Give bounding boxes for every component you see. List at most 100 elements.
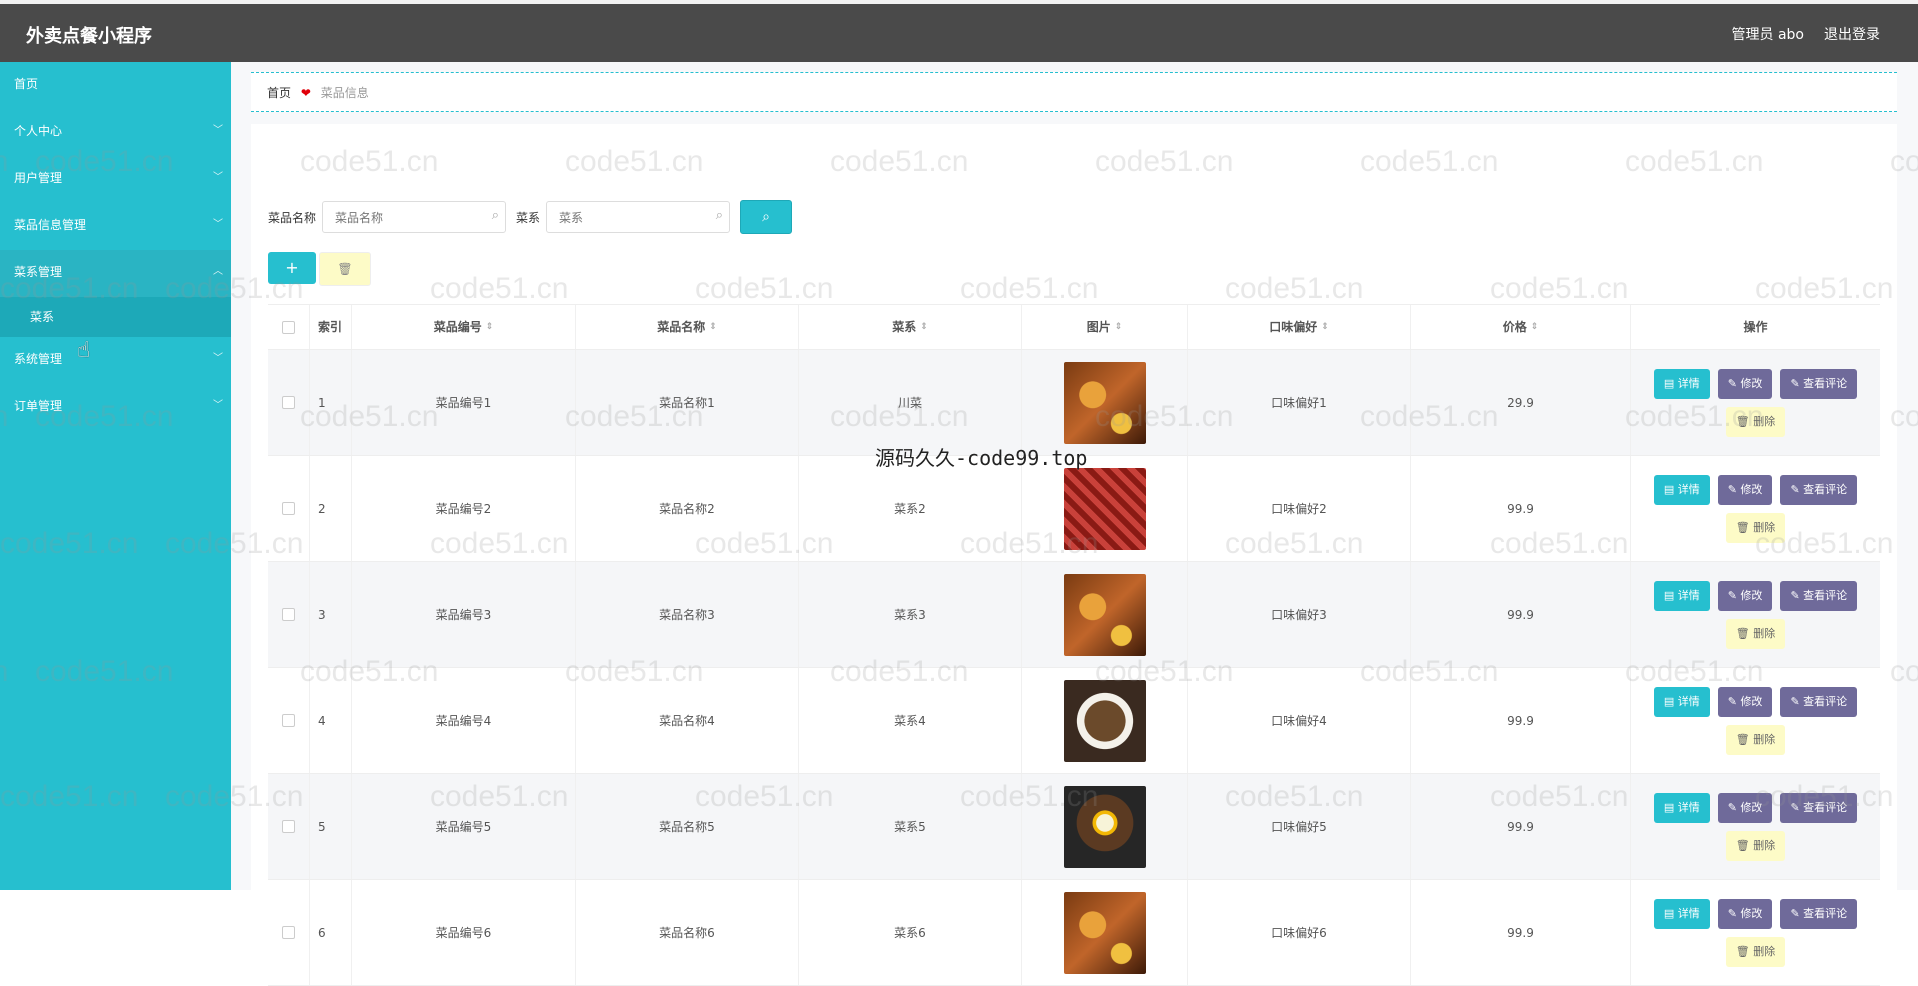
trash-icon: 🗑: [1735, 520, 1754, 534]
sidebar-item-cuisine-management[interactable]: 菜系管理 ︿: [0, 250, 231, 297]
detail-button[interactable]: ▤ 详情: [1653, 580, 1710, 611]
edit-button[interactable]: ✎ 修改: [1717, 898, 1773, 929]
col-dish-no[interactable]: 菜品编号 ⇕: [352, 305, 576, 349]
sort-icon[interactable]: ⇕: [1115, 305, 1123, 349]
edit-button[interactable]: ✎ 修改: [1717, 474, 1773, 505]
dish-image[interactable]: [1063, 891, 1146, 974]
detail-button[interactable]: ▤ 详情: [1653, 792, 1710, 823]
sort-icon[interactable]: ⇕: [1531, 305, 1539, 349]
delete-label: 删除: [1753, 520, 1776, 534]
dish-image[interactable]: [1063, 785, 1146, 868]
col-price[interactable]: 价格 ⇕: [1411, 305, 1631, 349]
delete-button[interactable]: 🗑 删除: [1725, 406, 1786, 437]
sidebar-item-dish-info-management[interactable]: 菜品信息管理 ﹀: [0, 203, 231, 250]
sidebar-item-label: 个人中心: [14, 124, 63, 138]
row-checkbox[interactable]: [268, 880, 310, 985]
sidebar-subitem-cuisine[interactable]: 菜系: [0, 297, 231, 337]
detail-label: 详情: [1677, 376, 1700, 390]
document-icon: ▤: [1663, 482, 1678, 496]
edit-button[interactable]: ✎ 修改: [1717, 686, 1773, 717]
cell-ops: ▤ 详情 ✎ 修改 ✎ 查看评论 🗑 删除: [1631, 880, 1880, 985]
admin-label[interactable]: 管理员 abo: [1732, 24, 1804, 44]
search-icon: ⌕: [715, 208, 724, 223]
row-checkbox[interactable]: [268, 562, 310, 667]
dish-image[interactable]: [1063, 679, 1146, 762]
sidebar-item-order-management[interactable]: 订单管理 ﹀: [0, 384, 231, 431]
pencil-icon: ✎: [1790, 376, 1804, 390]
dish-image[interactable]: [1063, 573, 1146, 656]
chevron-down-icon: ﹀: [213, 125, 223, 136]
view-reviews-button[interactable]: ✎ 查看评论: [1780, 898, 1858, 929]
add-button[interactable]: +: [268, 252, 316, 284]
edit-button[interactable]: ✎ 修改: [1717, 792, 1773, 823]
view-reviews-button[interactable]: ✎ 查看评论: [1780, 580, 1858, 611]
batch-delete-button[interactable]: 🗑: [319, 252, 371, 286]
cell-taste: 口味偏好6: [1188, 880, 1411, 985]
logout-button[interactable]: 退出登录: [1824, 24, 1880, 44]
sidebar-item-system-management[interactable]: 系统管理 ﹀: [0, 337, 231, 384]
delete-label: 删除: [1753, 414, 1776, 428]
dish-name-input[interactable]: [323, 202, 488, 234]
view-reviews-button[interactable]: ✎ 查看评论: [1780, 686, 1858, 717]
cell-index: 4: [310, 668, 352, 773]
cell-index: 2: [310, 456, 352, 561]
view-reviews-button[interactable]: ✎ 查看评论: [1780, 474, 1858, 505]
pencil-icon: ✎: [1727, 376, 1741, 390]
chevron-down-icon: ﹀: [213, 400, 223, 411]
search-bar: 菜品名称 ⌕ 菜系 ⌕ ⌕: [268, 200, 793, 234]
delete-button[interactable]: 🗑 删除: [1725, 830, 1786, 861]
row-checkbox[interactable]: [268, 774, 310, 879]
cell-index: 6: [310, 880, 352, 985]
table-row: 2 菜品编号2 菜品名称2 菜系2 口味偏好2 99.9 ▤ 详情 ✎ 修改 ✎ 查看评论 🗑 删…: [268, 456, 1880, 562]
edit-label: 修改: [1740, 800, 1763, 814]
view-reviews-button[interactable]: ✎ 查看评论: [1780, 368, 1858, 399]
edit-button[interactable]: ✎ 修改: [1717, 580, 1773, 611]
table-row: 5 菜品编号5 菜品名称5 菜系5 口味偏好5 99.9 ▤ 详情 ✎ 修改 ✎ 查看评论 🗑 删…: [268, 774, 1880, 880]
col-dish-name[interactable]: 菜品名称 ⇕: [576, 305, 799, 349]
search-button[interactable]: ⌕: [740, 200, 793, 234]
col-image[interactable]: 图片 ⇕: [1022, 305, 1188, 349]
detail-button[interactable]: ▤ 详情: [1653, 898, 1710, 929]
cuisine-input[interactable]: [547, 202, 712, 234]
select-all-checkbox[interactable]: [268, 305, 310, 349]
edit-button[interactable]: ✎ 修改: [1717, 368, 1773, 399]
row-checkbox[interactable]: [268, 350, 310, 455]
content-panel: 菜品名称 ⌕ 菜系 ⌕ ⌕ + 🗑 索引 菜品编号⇕ 菜品名称⇕ 菜系⇕ 图片⇕: [251, 124, 1897, 986]
detail-button[interactable]: ▤ 详情: [1653, 474, 1710, 505]
cell-dish-name: 菜品名称2: [576, 456, 799, 561]
sort-icon[interactable]: ⇕: [920, 305, 928, 349]
delete-button[interactable]: 🗑 删除: [1725, 936, 1786, 967]
sort-icon[interactable]: ⇕: [709, 305, 717, 349]
cell-ops: ▤ 详情 ✎ 修改 ✎ 查看评论 🗑 删除: [1631, 774, 1880, 879]
detail-button[interactable]: ▤ 详情: [1653, 368, 1710, 399]
sidebar-item-personal-center[interactable]: 个人中心 ﹀: [0, 109, 231, 156]
sidebar-item-user-management[interactable]: 用户管理 ﹀: [0, 156, 231, 203]
sort-icon[interactable]: ⇕: [1321, 305, 1329, 349]
sort-icon[interactable]: ⇕: [486, 305, 494, 349]
dish-name-input-wrap: ⌕: [322, 201, 507, 234]
cell-cuisine: 菜系5: [799, 774, 1022, 879]
dish-table: 索引 菜品编号 ⇕ 菜品名称 ⇕ 菜系 ⇕ 图片 ⇕ 口味偏好 ⇕ 价格 ⇕ 操作 1 菜品编…: [268, 304, 1880, 986]
top-header: 外卖点餐小程序 管理员 abo 退出登录: [0, 0, 1918, 62]
pencil-icon: ✎: [1727, 800, 1741, 814]
detail-button[interactable]: ▤ 详情: [1653, 686, 1710, 717]
dish-image[interactable]: [1063, 361, 1146, 444]
col-index: 索引: [310, 305, 352, 349]
sidebar-item-home[interactable]: 首页: [0, 62, 231, 109]
cell-dish-no: 菜品编号2: [352, 456, 576, 561]
breadcrumb-home[interactable]: 首页: [267, 86, 291, 100]
view-reviews-button[interactable]: ✎ 查看评论: [1780, 792, 1858, 823]
delete-button[interactable]: 🗑 删除: [1725, 724, 1786, 755]
trash-icon: 🗑: [1735, 626, 1754, 640]
row-checkbox[interactable]: [268, 456, 310, 561]
col-taste[interactable]: 口味偏好 ⇕: [1188, 305, 1411, 349]
cell-dish-no: 菜品编号1: [352, 350, 576, 455]
col-cuisine[interactable]: 菜系 ⇕: [799, 305, 1022, 349]
review-label: 查看评论: [1803, 800, 1848, 814]
chevron-down-icon: ﹀: [213, 219, 223, 230]
cell-dish-no: 菜品编号4: [352, 668, 576, 773]
delete-button[interactable]: 🗑 删除: [1725, 512, 1786, 543]
dish-image[interactable]: [1063, 467, 1146, 550]
delete-button[interactable]: 🗑 删除: [1725, 618, 1786, 649]
row-checkbox[interactable]: [268, 668, 310, 773]
